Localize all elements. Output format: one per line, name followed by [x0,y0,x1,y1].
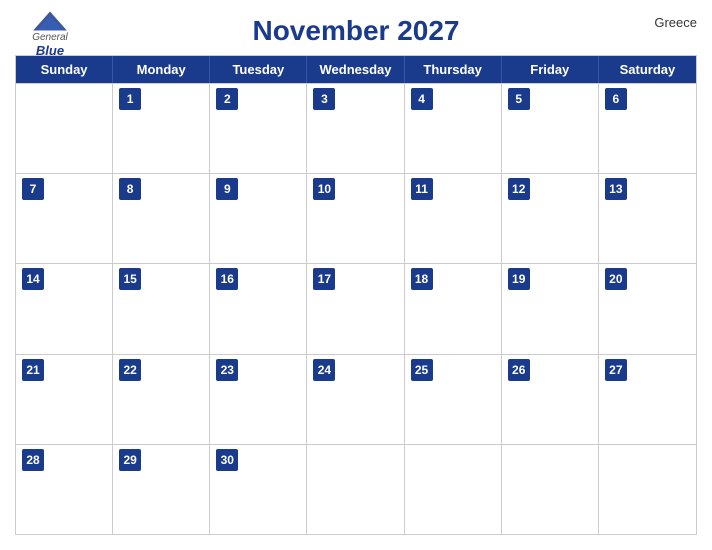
day-number: 4 [411,88,433,110]
day-cell: 5 [502,84,599,173]
day-header-saturday: Saturday [599,56,696,83]
week-row-4: 21 22 23 24 25 26 27 [16,354,696,444]
day-cell: 10 [307,174,404,263]
day-number: 8 [119,178,141,200]
day-header-friday: Friday [502,56,599,83]
day-cell [16,84,113,173]
day-cell: 14 [16,264,113,353]
day-number: 7 [22,178,44,200]
day-number: 30 [216,449,238,471]
day-cell: 19 [502,264,599,353]
day-cell: 3 [307,84,404,173]
day-cell: 16 [210,264,307,353]
day-header-thursday: Thursday [405,56,502,83]
calendar-header: General Blue November 2027 Greece [15,10,697,55]
day-cell: 12 [502,174,599,263]
week-row-3: 14 15 16 17 18 19 20 [16,263,696,353]
day-number: 23 [216,359,238,381]
day-number: 16 [216,268,238,290]
day-cell: 15 [113,264,210,353]
week-row-2: 7 8 9 10 11 12 13 [16,173,696,263]
day-cell: 13 [599,174,696,263]
day-number: 26 [508,359,530,381]
day-cell: 20 [599,264,696,353]
day-number: 29 [119,449,141,471]
day-headers: SundayMondayTuesdayWednesdayThursdayFrid… [16,56,696,83]
day-cell: 6 [599,84,696,173]
day-number: 15 [119,268,141,290]
day-number: 14 [22,268,44,290]
day-header-tuesday: Tuesday [210,56,307,83]
day-cell [599,445,696,534]
day-cell: 27 [599,355,696,444]
day-cell: 28 [16,445,113,534]
day-cell: 8 [113,174,210,263]
day-number: 21 [22,359,44,381]
day-number: 5 [508,88,530,110]
day-cell: 18 [405,264,502,353]
day-cell: 24 [307,355,404,444]
page-title: November 2027 [252,15,459,47]
day-cell: 4 [405,84,502,173]
week-row-1: 1 2 3 4 5 6 [16,83,696,173]
logo: General Blue [15,10,85,58]
day-number: 22 [119,359,141,381]
day-cell: 11 [405,174,502,263]
day-number: 9 [216,178,238,200]
day-cell: 2 [210,84,307,173]
day-cell: 29 [113,445,210,534]
day-cell: 21 [16,355,113,444]
day-cell: 25 [405,355,502,444]
day-cell: 26 [502,355,599,444]
calendar: SundayMondayTuesdayWednesdayThursdayFrid… [15,55,697,535]
day-cell [405,445,502,534]
country-label: Greece [654,15,697,30]
day-cell: 1 [113,84,210,173]
day-cell: 23 [210,355,307,444]
day-number: 2 [216,88,238,110]
day-cell: 22 [113,355,210,444]
logo-icon [30,10,70,32]
weeks: 1234567891011121314151617181920212223242… [16,83,696,534]
day-number: 20 [605,268,627,290]
day-number: 25 [411,359,433,381]
logo-blue-text: Blue [36,43,64,58]
day-cell: 17 [307,264,404,353]
day-number: 27 [605,359,627,381]
day-number: 6 [605,88,627,110]
day-number: 3 [313,88,335,110]
day-header-sunday: Sunday [16,56,113,83]
day-number: 12 [508,178,530,200]
day-cell: 30 [210,445,307,534]
day-number: 13 [605,178,627,200]
day-number: 19 [508,268,530,290]
day-number: 24 [313,359,335,381]
day-number: 10 [313,178,335,200]
day-cell [502,445,599,534]
day-number: 18 [411,268,433,290]
day-number: 17 [313,268,335,290]
day-header-monday: Monday [113,56,210,83]
day-header-wednesday: Wednesday [307,56,404,83]
day-cell: 9 [210,174,307,263]
day-number: 28 [22,449,44,471]
week-row-5: 28 29 30 [16,444,696,534]
day-cell: 7 [16,174,113,263]
day-number: 11 [411,178,433,200]
day-cell [307,445,404,534]
logo-general-text: General [32,32,68,43]
day-number: 1 [119,88,141,110]
